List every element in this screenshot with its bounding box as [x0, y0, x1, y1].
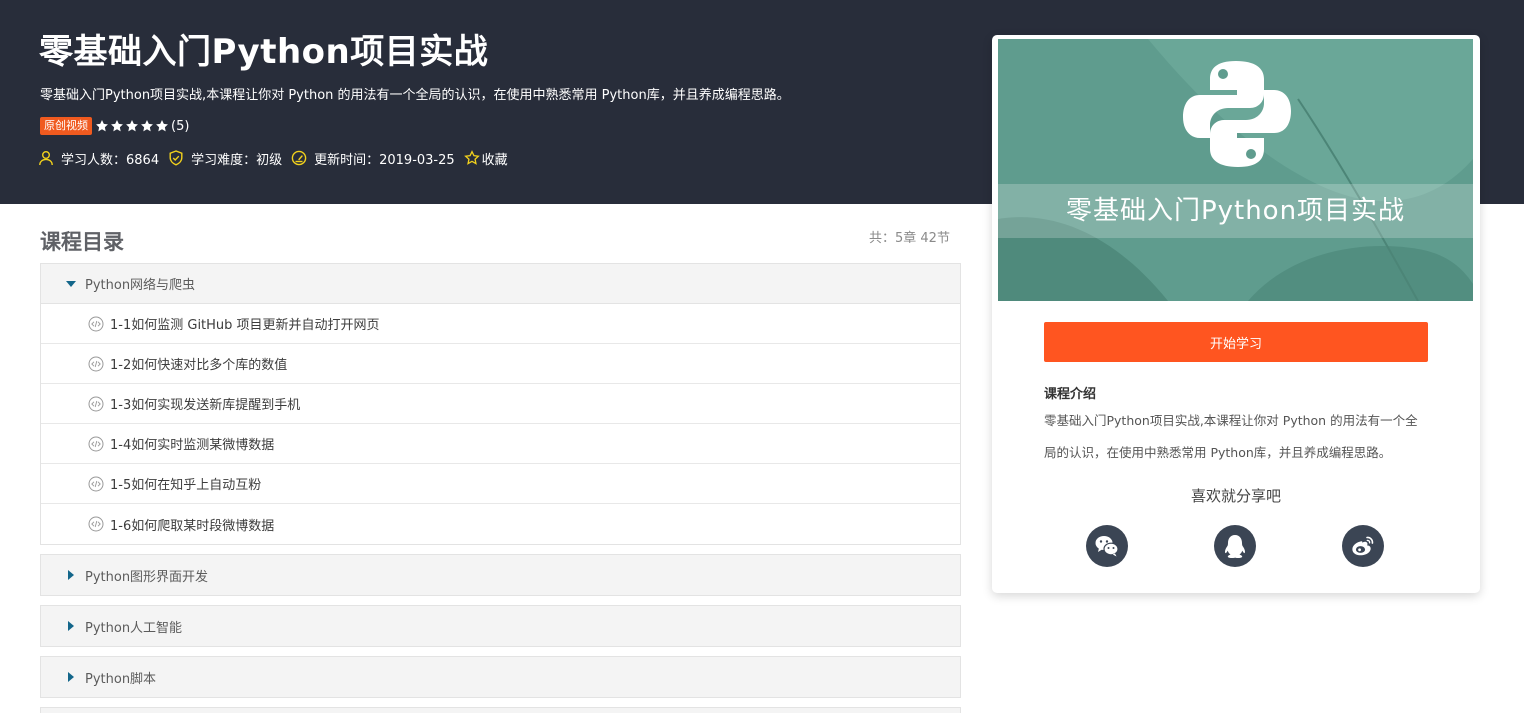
- python-logo-icon: [1183, 61, 1291, 167]
- star-icon: [111, 120, 123, 132]
- code-circle-icon: [88, 356, 104, 371]
- chapter-4: Python脚本: [40, 656, 961, 698]
- update-time-label: 更新时间：2019-03-25: [314, 152, 455, 168]
- chapter-2: Python图形界面开发: [40, 554, 961, 596]
- weibo-icon: [1352, 536, 1374, 556]
- intro-label: 课程介绍: [1044, 387, 1097, 402]
- course-description: 零基础入门Python项目实战,本课程让你对 Python 的用法有一个全局的认…: [40, 88, 790, 103]
- lesson-title: 1-3如何实现发送新库提醒到手机: [110, 398, 301, 413]
- rating-stars: [95, 119, 170, 133]
- chapter-header[interactable]: [41, 708, 960, 713]
- share-label: 喜欢就分享吧: [1190, 487, 1281, 505]
- code-circle-icon: [88, 476, 104, 491]
- lesson-item[interactable]: 1-2如何快速对比多个库的数值: [41, 344, 960, 384]
- students-count: 学习人数：6864: [38, 149, 159, 168]
- caret-right-icon: [68, 570, 74, 580]
- chapter-1: Python网络与爬虫 1-1如何监测 GitHub 项目更新并自动打开网页 1…: [40, 263, 961, 545]
- intro-text: 零基础入门Python项目实战,本课程让你对 Python 的用法有一个全局的认…: [1044, 413, 1418, 460]
- difficulty-label: 学习难度：初级: [191, 152, 283, 168]
- course-title: 零基础入门Python项目实战: [39, 32, 489, 72]
- chapter-header[interactable]: Python图形界面开发: [41, 555, 960, 595]
- catalog-count: 共：5章 42节: [869, 231, 950, 246]
- chapter-3: Python人工智能: [40, 605, 961, 647]
- caret-right-icon: [68, 621, 74, 631]
- star-icon: [141, 120, 153, 132]
- gauge-icon: [291, 150, 307, 166]
- user-icon: [39, 151, 53, 166]
- lesson-item[interactable]: 1-6如何爬取某时段微博数据: [41, 504, 960, 544]
- course-card: 零基础入门Python项目实战 开始学习 课程介绍 零基础入门Python项目实…: [992, 35, 1480, 593]
- star-outline-icon: [463, 150, 480, 165]
- caret-right-icon: [68, 672, 74, 682]
- lesson-item[interactable]: 1-4如何实时监测某微博数据: [41, 424, 960, 464]
- wechat-icon: [1095, 536, 1119, 557]
- caret-down-icon: [66, 280, 76, 287]
- code-circle-icon: [88, 396, 104, 411]
- lesson-title: 1-2如何快速对比多个库的数值: [110, 358, 288, 373]
- chapter-title: Python网络与爬虫: [85, 278, 196, 293]
- chapter-title: Python人工智能: [85, 620, 183, 636]
- chapter-header[interactable]: Python脚本: [41, 657, 960, 697]
- favorite-button[interactable]: 收藏: [463, 149, 508, 168]
- difficulty: 学习难度：初级: [168, 149, 282, 168]
- update-time: 更新时间：2019-03-25: [291, 149, 455, 168]
- chapter-title: Python图形界面开发: [85, 569, 209, 585]
- chapter-header[interactable]: Python人工智能: [41, 606, 960, 646]
- favorite-label: 收藏: [481, 152, 508, 168]
- shield-check-icon: [169, 150, 183, 166]
- code-circle-icon: [88, 516, 104, 532]
- star-icon: [156, 120, 168, 132]
- original-video-badge: 原创视频: [40, 117, 92, 135]
- lesson-item[interactable]: 1-3如何实现发送新库提醒到手机: [41, 384, 960, 424]
- star-icon: [126, 120, 138, 132]
- catalog-title: 课程目录: [40, 230, 124, 254]
- banner-title: 零基础入门Python项目实战: [1065, 196, 1406, 226]
- lesson-title: 1-5如何在知乎上自动互粉: [110, 478, 262, 493]
- start-learning-button[interactable]: 开始学习: [1044, 322, 1428, 362]
- rating-count: (5): [171, 118, 190, 134]
- code-circle-icon: [88, 316, 104, 331]
- chapter-title: Python脚本: [85, 671, 157, 687]
- course-meta: 学习人数：6864 学习难度：初级 更新时间：2019-03-25 收藏: [38, 148, 517, 168]
- lesson-title: 1-1如何监测 GitHub 项目更新并自动打开网页: [110, 318, 380, 333]
- lesson-title: 1-6如何爬取某时段微博数据: [110, 518, 275, 534]
- course-rating: 原创视频 (5): [40, 116, 189, 136]
- star-icon: [96, 120, 108, 132]
- lesson-item[interactable]: 1-5如何在知乎上自动互粉: [41, 464, 960, 504]
- wechat-share-button[interactable]: [1086, 525, 1128, 567]
- students-label: 学习人数：6864: [61, 152, 160, 168]
- course-banner: 零基础入门Python项目实战: [998, 39, 1473, 301]
- chapter-5: [40, 707, 961, 713]
- qq-icon: [1225, 535, 1245, 558]
- lesson-item[interactable]: 1-1如何监测 GitHub 项目更新并自动打开网页: [41, 304, 960, 344]
- lesson-title: 1-4如何实时监测某微博数据: [110, 438, 275, 453]
- qq-share-button[interactable]: [1214, 525, 1256, 567]
- weibo-share-button[interactable]: [1342, 525, 1384, 567]
- code-circle-icon: [88, 436, 104, 451]
- chapter-header[interactable]: Python网络与爬虫: [41, 264, 960, 304]
